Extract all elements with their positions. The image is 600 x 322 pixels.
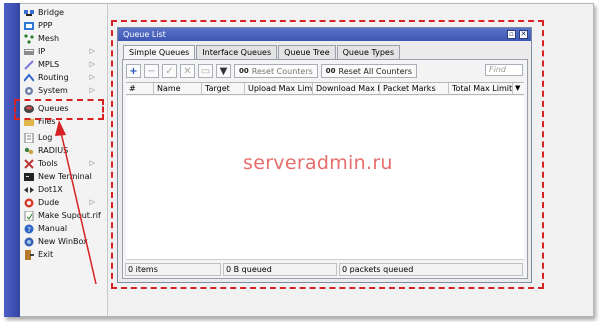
exit-icon: [24, 249, 34, 260]
filter-icon: ▼: [219, 65, 228, 77]
menu-item-label: Queues: [38, 104, 69, 113]
counter-prefix: 00: [325, 67, 336, 75]
mesh-icon: [24, 33, 34, 44]
queue-list-window: Queue List ▫ ✕ Simple Queues Interface Q…: [117, 27, 532, 283]
queues-icon: [24, 104, 34, 114]
menu-item-mesh[interactable]: Mesh: [20, 32, 108, 45]
terminal-icon: [24, 172, 34, 182]
menu-item-label: System: [38, 86, 68, 95]
menu-item-ip[interactable]: IP ▷: [20, 45, 108, 58]
submenu-arrow-icon: ▷: [89, 73, 95, 81]
dude-icon: [24, 198, 34, 208]
files-icon: [24, 117, 34, 127]
reset-counters-button[interactable]: 00 Reset Counters: [234, 64, 318, 78]
winbox-side-strip: [4, 3, 20, 317]
tools-icon: [24, 158, 34, 169]
check-icon: ✓: [165, 65, 174, 77]
manual-icon: ?: [24, 224, 34, 234]
reset-counters-label: Reset Counters: [251, 66, 313, 76]
menu-item-ppp[interactable]: PPP: [20, 19, 108, 32]
tab-simple-queues[interactable]: Simple Queues: [123, 45, 196, 60]
column-header-packet-marks[interactable]: Packet Marks: [380, 83, 449, 94]
watermark: serveradmin.ru: [243, 152, 393, 174]
submenu-arrow-icon: ▷: [89, 47, 95, 55]
routing-icon: [23, 72, 35, 83]
status-bar: 0 items 0 B queued 0 packets queued: [125, 263, 525, 276]
find-input[interactable]: Find: [485, 64, 523, 76]
pointer-arrow: [55, 120, 97, 285]
menu-item-mpls[interactable]: MPLS ▷: [20, 58, 108, 71]
toolbar: + − ✓ ✕ ▭ ▼ 00 Reset Counters 00 Reset A…: [126, 63, 420, 79]
dot1x-icon: [24, 185, 34, 195]
pointer-arrow-head: [55, 120, 66, 136]
mpls-icon: [24, 59, 34, 70]
menu-item-label: Routing: [38, 73, 69, 82]
disable-button[interactable]: ✕: [180, 64, 195, 78]
supout-icon: [24, 210, 34, 221]
system-icon: [24, 86, 34, 96]
enable-button[interactable]: ✓: [162, 64, 177, 78]
reset-all-counters-button[interactable]: 00 Reset All Counters: [320, 64, 418, 78]
radius-icon: [24, 146, 34, 156]
submenu-arrow-icon: ▷: [89, 60, 95, 68]
menu-item-routing[interactable]: Routing ▷: [20, 71, 108, 84]
remove-button[interactable]: −: [144, 64, 159, 78]
column-header-name[interactable]: Name: [154, 83, 202, 94]
simple-queues-panel: + − ✓ ✕ ▭ ▼ 00 Reset Counters 00 Reset A…: [122, 59, 528, 279]
tab-bar: Simple Queues Interface Queues Queue Tre…: [123, 45, 401, 60]
tab-queue-tree[interactable]: Queue Tree: [278, 45, 336, 59]
table-header: # Name Target Upload Max Limit Download …: [126, 82, 524, 95]
columns-dropdown-icon[interactable]: ▼: [513, 83, 524, 94]
add-button[interactable]: +: [126, 64, 141, 78]
comment-button[interactable]: ▭: [198, 64, 213, 78]
menu-item-bridge[interactable]: Bridge: [20, 6, 108, 19]
window-title: Queue List: [123, 30, 166, 39]
svg-text:?: ?: [27, 226, 31, 234]
submenu-arrow-icon: ▷: [89, 86, 95, 94]
column-header-number[interactable]: #: [126, 83, 154, 94]
filter-button[interactable]: ▼: [216, 64, 231, 78]
comment-icon: ▭: [200, 65, 211, 77]
minus-icon: −: [147, 65, 156, 77]
window-titlebar[interactable]: Queue List: [118, 28, 531, 41]
column-header-download-max-limit[interactable]: Download Max Limit: [313, 83, 380, 94]
menu-item-label: Mesh: [38, 34, 60, 43]
winbox-icon: [24, 237, 34, 247]
status-packets-queued: 0 packets queued: [339, 263, 523, 276]
column-header-total-max-limit[interactable]: Total Max Limit (bi...: [449, 83, 513, 94]
menu-item-label: Bridge: [38, 8, 65, 17]
menu-item-label: PPP: [38, 21, 53, 30]
menu-item-label: MPLS: [38, 60, 60, 69]
cross-icon: ✕: [183, 65, 192, 77]
ppp-icon: [24, 21, 34, 31]
reset-all-counters-label: Reset All Counters: [338, 66, 413, 76]
tab-queue-types[interactable]: Queue Types: [336, 45, 400, 59]
tab-interface-queues[interactable]: Interface Queues: [196, 45, 278, 59]
menu-item-system[interactable]: System ▷: [20, 84, 108, 97]
queue-table-body[interactable]: serveradmin.ru: [126, 96, 524, 260]
plus-icon: +: [129, 65, 138, 77]
menu-item-queues[interactable]: Queues: [20, 102, 108, 115]
menu-item-label: IP: [38, 47, 46, 56]
column-header-target[interactable]: Target: [202, 83, 245, 94]
bridge-icon: [24, 8, 34, 18]
status-items: 0 items: [125, 263, 221, 276]
ip-icon: [24, 47, 34, 57]
close-icon[interactable]: ✕: [519, 30, 528, 39]
restore-icon[interactable]: ▫: [507, 30, 516, 39]
column-header-upload-max-limit[interactable]: Upload Max Limit: [245, 83, 313, 94]
status-bytes-queued: 0 B queued: [223, 263, 337, 276]
pointer-arrow-line: [59, 127, 97, 285]
counter-prefix: 00: [239, 67, 249, 75]
log-icon: [24, 132, 34, 143]
